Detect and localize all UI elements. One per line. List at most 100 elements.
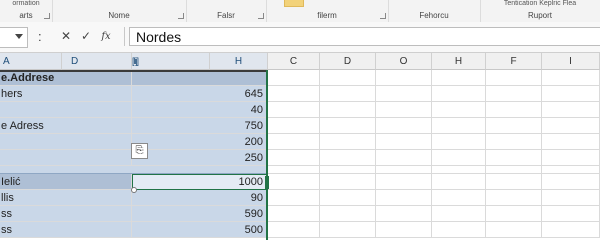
insert-function-icon[interactable]: fx — [96, 27, 116, 46]
empty-cell[interactable] — [432, 166, 486, 174]
empty-cell[interactable] — [376, 70, 432, 86]
column-header-i[interactable]: I — [542, 53, 600, 70]
cell-a[interactable]: ss — [0, 206, 132, 222]
dialog-launcher-icon[interactable] — [44, 13, 50, 19]
cell-h[interactable] — [132, 70, 268, 86]
cell-h[interactable]: 250 — [132, 150, 268, 166]
column-header-o[interactable]: O — [376, 53, 432, 70]
empty-cell[interactable] — [268, 134, 320, 150]
cell-a[interactable]: ss — [0, 222, 132, 238]
empty-cell[interactable] — [268, 174, 320, 190]
cancel-icon[interactable]: ✕ — [56, 27, 76, 46]
empty-cell[interactable] — [320, 206, 376, 222]
cell-h[interactable]: 200 — [132, 134, 268, 150]
empty-cell[interactable] — [320, 86, 376, 102]
cell-h[interactable]: 590 — [132, 206, 268, 222]
empty-cell[interactable] — [542, 86, 600, 102]
empty-cell[interactable] — [268, 166, 320, 174]
empty-cell[interactable] — [376, 134, 432, 150]
name-box[interactable] — [0, 27, 28, 48]
empty-cell[interactable] — [376, 86, 432, 102]
cell-h[interactable]: 750 — [132, 118, 268, 134]
column-header-h2[interactable]: H — [432, 53, 486, 70]
empty-cell[interactable] — [486, 118, 542, 134]
empty-cell[interactable] — [486, 166, 542, 174]
empty-cell[interactable] — [268, 86, 320, 102]
chevron-down-icon[interactable] — [15, 34, 23, 39]
empty-cell[interactable] — [320, 222, 376, 238]
empty-cell[interactable] — [320, 150, 376, 166]
empty-cell[interactable] — [486, 222, 542, 238]
empty-cell[interactable] — [320, 190, 376, 206]
cell-a[interactable]: e Adress — [0, 118, 132, 134]
empty-cell[interactable] — [432, 206, 486, 222]
empty-cell[interactable] — [432, 102, 486, 118]
cell-h[interactable]: 500 — [132, 222, 268, 238]
cell-a[interactable]: llis — [0, 190, 132, 206]
column-header-c[interactable]: C — [268, 53, 320, 70]
column-header-f[interactable]: F — [486, 53, 542, 70]
empty-cell[interactable] — [432, 86, 486, 102]
cell-a[interactable]: Ielić — [0, 174, 132, 190]
empty-cell[interactable] — [320, 102, 376, 118]
empty-cell[interactable] — [376, 222, 432, 238]
empty-cell[interactable] — [376, 118, 432, 134]
cell-a[interactable]: e.Addrese — [0, 70, 132, 86]
empty-cell[interactable] — [268, 118, 320, 134]
empty-cell[interactable] — [542, 174, 600, 190]
empty-cell[interactable] — [376, 166, 432, 174]
selection-handle[interactable] — [131, 187, 137, 193]
cell-a[interactable] — [0, 134, 132, 150]
empty-cell[interactable] — [542, 206, 600, 222]
empty-cell[interactable] — [376, 174, 432, 190]
empty-cell[interactable] — [432, 150, 486, 166]
empty-cell[interactable] — [432, 70, 486, 86]
empty-cell[interactable] — [268, 206, 320, 222]
empty-cell[interactable] — [542, 190, 600, 206]
column-header-d[interactable]: D — [62, 53, 132, 70]
formula-input[interactable]: Nordes — [129, 27, 600, 46]
empty-cell[interactable] — [486, 102, 542, 118]
empty-cell[interactable] — [268, 70, 320, 86]
cell-a[interactable]: hers — [0, 86, 132, 102]
empty-cell[interactable] — [320, 118, 376, 134]
empty-cell[interactable] — [432, 190, 486, 206]
dialog-launcher-icon[interactable] — [178, 13, 184, 19]
empty-cell[interactable] — [320, 174, 376, 190]
empty-cell[interactable] — [432, 174, 486, 190]
enter-icon[interactable]: ✓ — [76, 27, 96, 46]
empty-cell[interactable] — [486, 150, 542, 166]
empty-cell[interactable] — [432, 118, 486, 134]
column-header-a[interactable]: A — [0, 53, 62, 70]
empty-cell[interactable] — [542, 222, 600, 238]
empty-cell[interactable] — [486, 70, 542, 86]
empty-cell[interactable] — [268, 190, 320, 206]
empty-cell[interactable] — [320, 134, 376, 150]
empty-cell[interactable] — [432, 222, 486, 238]
spreadsheet-grid[interactable]: e.Addrese hers 645 40 e Adress 750 200 2… — [0, 70, 600, 240]
empty-cell[interactable] — [486, 174, 542, 190]
empty-cell[interactable] — [486, 86, 542, 102]
empty-cell[interactable] — [542, 102, 600, 118]
empty-cell[interactable] — [376, 190, 432, 206]
empty-cell[interactable] — [542, 70, 600, 86]
empty-cell[interactable] — [320, 166, 376, 174]
cell-h[interactable]: 40 — [132, 102, 268, 118]
cell-h[interactable]: 90 — [132, 190, 268, 206]
empty-cell[interactable] — [376, 150, 432, 166]
empty-cell[interactable] — [542, 134, 600, 150]
empty-cell[interactable] — [486, 206, 542, 222]
column-header-h[interactable]: H — [210, 53, 268, 70]
empty-cell[interactable] — [542, 166, 600, 174]
empty-cell[interactable] — [486, 134, 542, 150]
empty-cell[interactable] — [376, 102, 432, 118]
empty-cell[interactable] — [268, 222, 320, 238]
empty-cell[interactable] — [320, 70, 376, 86]
empty-cell[interactable] — [268, 150, 320, 166]
cell-h[interactable]: 645 — [132, 86, 268, 102]
empty-cell[interactable] — [542, 118, 600, 134]
clipboard-icon[interactable]: ⎘ — [131, 143, 148, 159]
empty-cell[interactable] — [432, 134, 486, 150]
dialog-launcher-icon[interactable] — [380, 13, 386, 19]
column-header-d2[interactable]: D — [320, 53, 376, 70]
